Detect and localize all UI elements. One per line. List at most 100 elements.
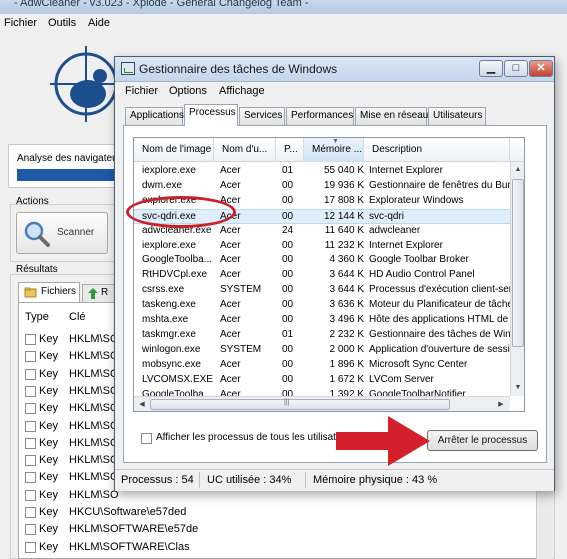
process-user: Acer [220, 224, 241, 236]
column-memory[interactable]: ▼ Mémoire ... [304, 138, 364, 162]
highlight-circle-annotation [126, 196, 236, 228]
maximize-button[interactable]: □ [504, 60, 528, 77]
process-row[interactable]: RtHDVCpl.exe Acer 00 3 644 K HD Audio Contro… [134, 268, 510, 283]
process-row[interactable]: winlogon.exe SYSTEM 00 2 000 K Application d… [134, 343, 519, 358]
scroll-down-icon[interactable]: ▼ [511, 380, 524, 395]
process-description: svc-qdri [369, 210, 405, 222]
tab-performances[interactable]: Performances [286, 107, 354, 125]
analyse-label: Analyse des navigateur [17, 153, 121, 164]
result-checkbox[interactable] [25, 351, 36, 363]
tab-processus[interactable]: Processus [184, 104, 238, 126]
process-user: Acer [220, 239, 241, 251]
process-description: Gestionnaire de fenêtres du Bureau [369, 179, 519, 191]
result-checkbox[interactable] [25, 420, 36, 432]
scan-button[interactable]: Scanner [16, 212, 108, 254]
result-type: Key [39, 454, 58, 467]
process-cpu: 00 [282, 284, 294, 296]
vscroll-thumb[interactable] [512, 179, 524, 347]
scroll-left-icon[interactable]: ◀ [135, 397, 149, 411]
process-row[interactable]: csrss.exe SYSTEM 00 3 644 K Processus d'exéc… [134, 283, 519, 298]
process-cpu: 00 [282, 179, 294, 191]
result-checkbox[interactable] [25, 368, 36, 380]
process-memory: 3 636 K [329, 299, 364, 311]
process-row[interactable]: mshta.exe Acer 00 3 496 K Hôte des applicati… [134, 313, 519, 328]
adw-menu-aide[interactable]: Aide [88, 17, 110, 29]
process-cpu: 00 [282, 299, 294, 311]
process-memory: 17 808 K [323, 194, 364, 206]
result-type: Key [39, 367, 58, 380]
result-key: HKLM\SO [69, 384, 119, 397]
result-checkbox[interactable] [25, 385, 36, 397]
process-memory: 55 040 K [323, 165, 364, 176]
end-process-button[interactable]: Arrêter le processus [427, 430, 538, 451]
process-row[interactable]: iexplore.exe Acer 00 11 232 K Internet Explo… [134, 239, 510, 254]
process-list-hscrollbar[interactable]: ◀ ||| ▶ [134, 396, 510, 411]
process-row[interactable]: iexplore.exe Acer 01 55 040 K Internet Explo… [134, 164, 510, 179]
sort-descending-icon: ▼ [332, 138, 339, 145]
process-description: LVCom Server [369, 373, 434, 385]
result-row[interactable]: Key HKLM\SOFTWARE\e57de [19, 521, 539, 538]
result-row[interactable]: Key HKCU\Software\e57ded [19, 504, 539, 521]
process-name: LVCOMSX.EXE [142, 373, 213, 385]
process-cpu: 00 [282, 269, 294, 281]
result-checkbox[interactable] [25, 403, 36, 415]
tab-utilisateurs[interactable]: Utilisateurs [428, 107, 486, 125]
tab-mise-en-reseau[interactable]: Mise en réseau [355, 107, 428, 125]
process-user: Acer [220, 314, 241, 325]
column-image-name[interactable]: Nom de l'image [134, 138, 214, 162]
result-checkbox[interactable] [25, 437, 36, 449]
tab-services[interactable]: Services [239, 107, 285, 125]
process-name: mobsync.exe [142, 358, 201, 370]
process-cpu: 00 [282, 314, 294, 325]
column-cpu[interactable]: P... [276, 138, 304, 162]
adw-menu-fichier[interactable]: Fichier [4, 17, 37, 29]
red-arrow-annotation-icon [336, 416, 430, 466]
process-row[interactable]: mobsync.exe Acer 00 1 896 K Microsoft Sync C… [134, 358, 510, 373]
process-name: taskmgr.exe [142, 328, 196, 340]
process-memory: 3 644 K [329, 284, 364, 296]
result-type: Key [39, 384, 58, 397]
process-list-vscrollbar[interactable]: ▲ ▼ [510, 162, 524, 396]
result-type: Key [39, 419, 58, 432]
tm-menu-affichage[interactable]: Affichage [219, 85, 265, 97]
show-all-processes-checkbox[interactable] [141, 433, 152, 444]
process-user: Acer [220, 179, 241, 191]
minimize-button[interactable]: ▁ [479, 60, 503, 77]
result-checkbox[interactable] [25, 541, 36, 553]
hscroll-thumb[interactable] [150, 399, 450, 410]
scan-button-label: Scanner [57, 227, 95, 238]
process-user: SYSTEM [220, 284, 262, 296]
result-checkbox[interactable] [25, 455, 36, 467]
process-row[interactable]: LVCOMSX.EXE Acer 00 1 672 K LVCom Server [134, 373, 510, 388]
process-description: Internet Explorer [369, 239, 443, 251]
tm-menu-options[interactable]: Options [169, 85, 207, 97]
tab-applications[interactable]: Applications [125, 107, 184, 125]
close-button[interactable]: ✕ [529, 60, 553, 77]
process-description: Processus d'exécution client-serve [369, 284, 519, 296]
tm-menu-fichier[interactable]: Fichier [125, 85, 158, 97]
scroll-up-icon[interactable]: ▲ [511, 162, 524, 177]
column-user-name[interactable]: Nom d'u... [214, 138, 276, 162]
process-row[interactable]: taskmgr.exe Acer 01 2 232 K Gestionnaire des… [134, 328, 519, 343]
process-row[interactable]: dwm.exe Acer 00 19 936 K Gestionnaire de fen… [134, 179, 519, 194]
process-row[interactable]: GoogleToolba... Acer 00 4 360 K Google Toolb… [134, 253, 510, 268]
result-checkbox[interactable] [25, 334, 36, 345]
result-checkbox[interactable] [25, 507, 36, 518]
result-checkbox[interactable] [25, 489, 36, 501]
adw-menu-outils[interactable]: Outils [48, 17, 76, 29]
result-checkbox[interactable] [25, 524, 36, 536]
result-checkbox[interactable] [25, 472, 36, 484]
column-type-header: Type [25, 311, 49, 323]
process-name: iexplore.exe [142, 239, 196, 251]
result-row[interactable]: Key HKLM\SOFTWARE\Clas [19, 539, 539, 556]
process-row[interactable]: taskeng.exe Acer 00 3 636 K Moteur du Planif… [134, 298, 518, 313]
scroll-right-icon[interactable]: ▶ [494, 397, 508, 411]
process-list-header: Nom de l'image Nom d'u... P... ▼ Mémoire… [134, 138, 524, 162]
result-key: HKLM\SO [69, 471, 119, 484]
process-name: taskeng.exe [142, 299, 196, 311]
tab-fichiers[interactable]: Fichiers [18, 282, 80, 302]
process-description: Gestionnaire des tâches de Window [369, 328, 519, 340]
column-description[interactable]: Description [364, 138, 510, 162]
result-type: Key [39, 471, 58, 484]
result-key: HKLM\SO [69, 367, 119, 380]
